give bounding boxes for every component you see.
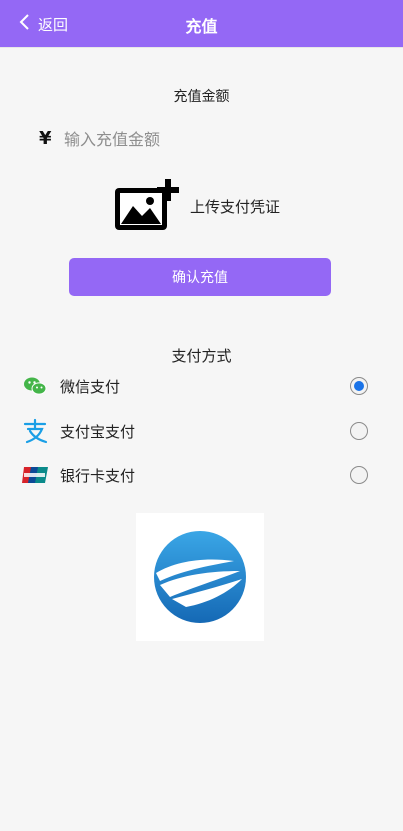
amount-label: 充值金额: [173, 89, 230, 105]
radio-wechat[interactable]: [350, 377, 368, 395]
radio-alipay[interactable]: [350, 422, 368, 440]
amount-input[interactable]: [62, 124, 326, 158]
page-title: 充值: [185, 17, 218, 36]
radio-unionpay[interactable]: [350, 466, 368, 484]
upload-label[interactable]: 上传支付凭证: [190, 196, 280, 217]
payment-option-unionpay[interactable]: 银行卡支付: [0, 457, 403, 493]
unionpay-icon: [22, 462, 48, 488]
payment-label-wechat: 微信支付: [60, 377, 121, 396]
wechat-icon: [22, 373, 48, 399]
add-image-icon[interactable]: [112, 179, 180, 235]
brand-logo: [136, 513, 264, 641]
payment-label-unionpay: 银行卡支付: [60, 466, 136, 485]
payment-title: 支付方式: [171, 347, 232, 365]
currency-symbol: ¥: [39, 128, 52, 149]
alipay-icon: [22, 418, 48, 444]
payment-label-alipay: 支付宝支付: [60, 422, 136, 441]
payment-option-wechat[interactable]: 微信支付: [0, 368, 403, 404]
confirm-button[interactable]: 确认充值: [69, 258, 331, 296]
payment-option-alipay[interactable]: 支付宝支付: [0, 413, 403, 449]
top-bar: 返回 充值: [0, 0, 403, 47]
